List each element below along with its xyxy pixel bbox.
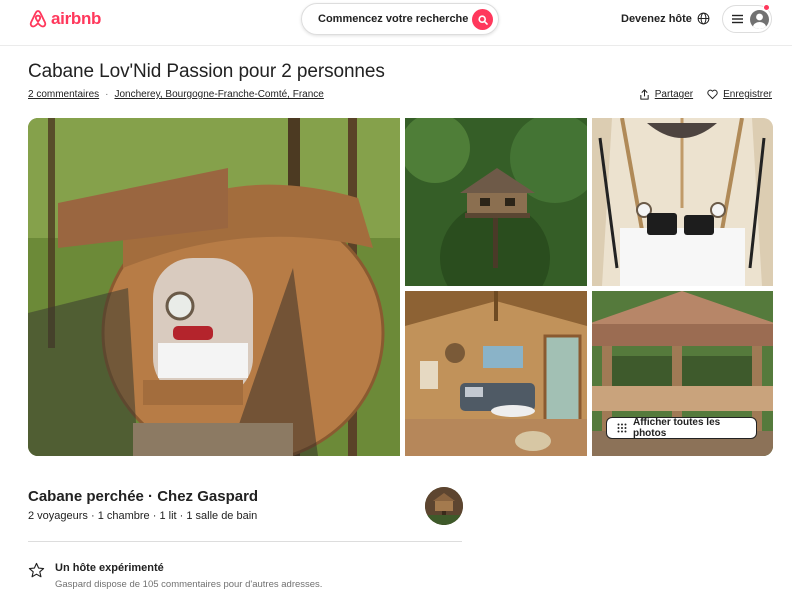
reviews-link[interactable]: 2 commentaires: [28, 89, 99, 100]
grid-icon: [617, 423, 627, 433]
listing-subtitle: Cabane perchée · Chez Gaspard: [28, 488, 259, 505]
listing-specs: 2 voyageurs · 1 chambre · 1 lit · 1 sall…: [28, 510, 258, 522]
search-placeholder: Commencez votre recherche: [318, 13, 469, 25]
airbnb-logo-icon: [29, 10, 47, 28]
show-all-photos-button[interactable]: Afficher toutes les photos: [606, 417, 757, 439]
show-all-photos-label: Afficher toutes les photos: [632, 417, 721, 439]
airbnb-logo[interactable]: airbnb: [28, 9, 101, 29]
notification-dot: [763, 4, 770, 11]
logo-text: airbnb: [51, 9, 102, 28]
photo-living-room[interactable]: [405, 291, 587, 456]
share-button[interactable]: Partager: [639, 89, 693, 100]
listing-title: Cabane Lov'Nid Passion pour 2 personnes: [28, 61, 385, 82]
globe-icon[interactable]: [697, 12, 710, 25]
highlight-description: Gaspard dispose de 105 commentaires pour…: [55, 579, 323, 590]
menu-icon: [732, 14, 743, 24]
user-menu-button[interactable]: [722, 4, 772, 33]
host-avatar[interactable]: [425, 487, 463, 525]
photo-main[interactable]: [28, 118, 400, 456]
location-link[interactable]: Joncherey, Bourgogne-Franche-Comté, Fran…: [114, 89, 323, 100]
share-icon: [640, 89, 649, 100]
star-icon: [28, 562, 45, 578]
share-label: Partager: [654, 89, 694, 100]
photo-bedroom[interactable]: [592, 118, 773, 286]
listing-meta: 2 commentaires · Joncherey, Bourgogne-Fr…: [28, 89, 324, 100]
save-label: Enregistrer: [723, 89, 772, 100]
search-button[interactable]: [472, 9, 493, 30]
search-icon: [477, 14, 488, 25]
section-divider: [28, 541, 462, 542]
meta-separator: ·: [105, 89, 109, 100]
heart-icon: [707, 89, 718, 100]
photo-treehouse[interactable]: [405, 118, 587, 286]
top-header: airbnb Commencez votre recherche Devenez…: [0, 0, 792, 46]
listing-actions: Partager Enregistrer: [639, 89, 772, 100]
become-host-link[interactable]: Devenez hôte: [621, 13, 692, 25]
search-bar[interactable]: Commencez votre recherche: [301, 3, 499, 35]
user-avatar-icon: [750, 10, 769, 29]
save-button[interactable]: Enregistrer: [707, 89, 772, 100]
highlight-title: Un hôte expérimenté: [55, 562, 164, 574]
photo-gallery: Afficher toutes les photos: [28, 118, 773, 456]
